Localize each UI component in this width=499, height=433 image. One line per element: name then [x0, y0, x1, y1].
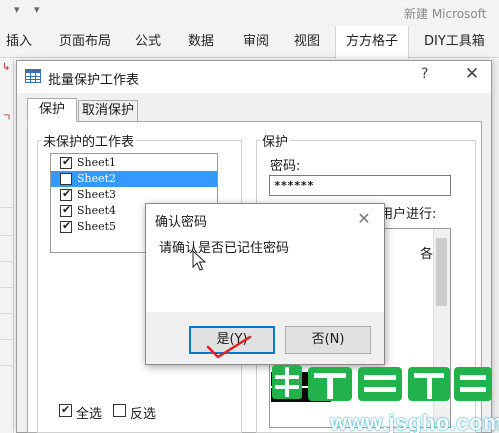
select-all-label[interactable]: 全选: [76, 403, 102, 422]
sheet-name: Sheet4: [77, 204, 117, 217]
ribbon-tab-fangfang[interactable]: 方方格子: [335, 26, 410, 59]
ribbon-tab-formulas[interactable]: 公式: [135, 26, 161, 58]
password-label: 密码:: [270, 159, 301, 174]
watermark-text: www.jsgho.com: [330, 410, 499, 433]
row-divider: [0, 313, 14, 314]
permission-label-text: 用户进行:: [380, 207, 437, 222]
row-divider: [0, 261, 14, 262]
close-icon[interactable]: ✕: [354, 209, 374, 229]
select-all-checkbox[interactable]: ✔: [59, 403, 72, 417]
invert-selection-label[interactable]: 反选: [130, 403, 156, 422]
protect-options-group-label: 保护: [260, 131, 291, 150]
excel-title-bar: ▾ ▾ 新建 Microsoft: [0, 0, 499, 26]
close-icon[interactable]: ✕: [462, 64, 482, 84]
invert-selection-checkbox[interactable]: [113, 404, 126, 417]
ribbon-tab-review[interactable]: 审阅: [243, 26, 269, 58]
tab-protect[interactable]: 保护: [27, 98, 77, 122]
permission-item-text: 各: [420, 247, 434, 262]
row-divider: [0, 339, 14, 340]
ribbon-tab-bar: 插入 页面布局 公式 数据 审阅 视图 方方格子 DIY工具箱: [0, 26, 499, 59]
confirm-password-dialog: 确认密码 ✕ 请确认是否已记住密码 是(Y) 否(N): [145, 203, 385, 365]
ribbon-tab-insert[interactable]: 插入: [6, 26, 32, 58]
sheet-name: Sheet3: [77, 188, 117, 201]
ribbon-edge-mark: ↳: [2, 62, 11, 73]
checkbox[interactable]: [60, 173, 72, 185]
checkbox[interactable]: ✔: [60, 203, 72, 217]
help-icon[interactable]: ?: [421, 66, 428, 82]
sheet-name: Sheet2: [77, 172, 117, 185]
password-input[interactable]: ******: [269, 175, 451, 196]
ribbon-tab-data[interactable]: 数据: [188, 26, 214, 58]
row-divider: [0, 235, 14, 236]
checkbox[interactable]: ✔: [60, 155, 72, 169]
sheet-name: Sheet1: [77, 156, 117, 169]
ribbon-tab-diy-toolbox[interactable]: DIY工具箱: [424, 26, 485, 58]
confirm-title-bar: 确认密码 ✕: [146, 204, 384, 234]
row-divider: [0, 365, 14, 366]
sheet-table-icon: [25, 69, 41, 83]
app-title: 新建 Microsoft: [404, 7, 487, 21]
no-button[interactable]: 否(N): [285, 326, 371, 354]
sheet-list-item[interactable]: Sheet2: [51, 171, 217, 187]
scrollbar-thumb[interactable]: [436, 238, 447, 306]
mouse-cursor-icon: [192, 250, 206, 271]
red-check-annotation-icon: [206, 335, 252, 359]
row-divider: [0, 207, 14, 208]
checkbox[interactable]: ✔: [60, 219, 72, 233]
sheet-name: Sheet5: [77, 220, 117, 233]
ribbon-edge-mark: ㄱ: [2, 113, 12, 124]
sheet-list-item[interactable]: ✔ Sheet3: [51, 187, 217, 203]
check-mark-icon: ✔: [62, 219, 72, 232]
check-mark-icon: ✔: [62, 203, 72, 216]
row-divider: [0, 287, 14, 288]
ribbon-tab-page-layout[interactable]: 页面布局: [59, 26, 111, 58]
sheet-list-item[interactable]: ✔ Sheet1: [51, 155, 217, 171]
unprotected-sheets-group-label: 未保护的工作表: [41, 131, 137, 150]
dialog-title: 批量保护工作表: [48, 73, 140, 88]
confirm-title: 确认密码: [155, 215, 208, 230]
check-mark-icon: ✔: [62, 187, 72, 200]
check-mark-icon: ✔: [61, 403, 71, 416]
quick-access-arrow-icon[interactable]: ▾: [14, 3, 20, 16]
tab-unprotect[interactable]: 取消保护: [78, 100, 138, 122]
confirm-message: 请确认是否已记住密码: [159, 241, 290, 256]
permission-label: 用户进行:: [380, 203, 436, 222]
ribbon-tab-view[interactable]: 视图: [294, 26, 320, 58]
dialog-title-bar: 批量保护工作表 ? ✕: [17, 61, 491, 93]
row-header-strip: ↳ ㄱ: [0, 59, 14, 433]
checkbox[interactable]: ✔: [60, 187, 72, 201]
check-mark-icon: ✔: [62, 155, 72, 168]
quick-access-arrow-icon[interactable]: ▾: [34, 3, 40, 16]
